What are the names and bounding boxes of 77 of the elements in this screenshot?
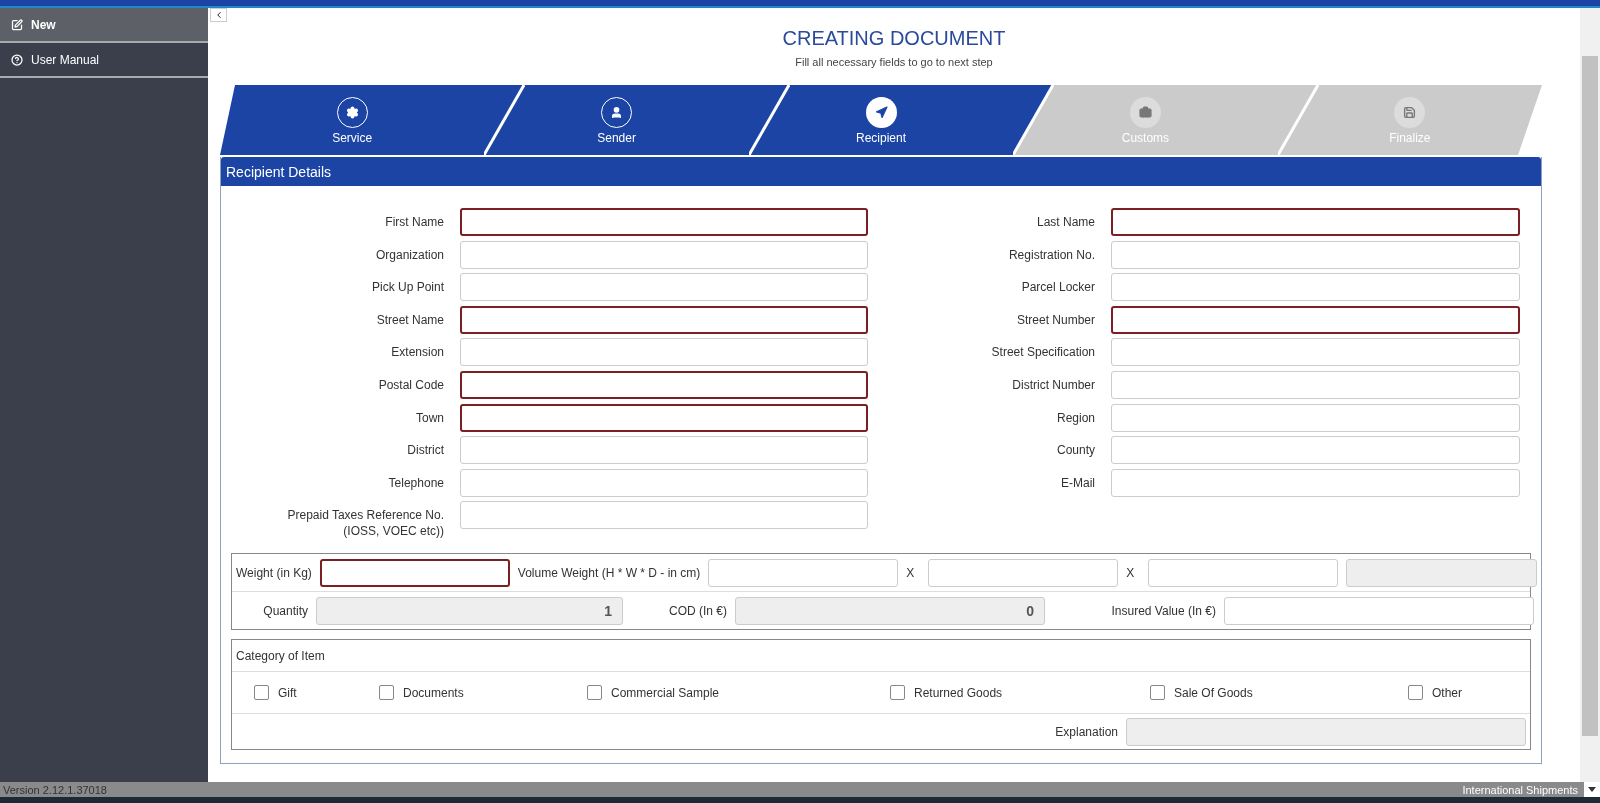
field-label: Street Specification bbox=[991, 344, 1095, 361]
field-label: Parcel Locker bbox=[1021, 279, 1095, 296]
field-label: Last Name bbox=[1036, 214, 1095, 230]
checkbox[interactable] bbox=[379, 685, 394, 701]
depth-field[interactable] bbox=[1148, 558, 1339, 587]
field-label: Organization bbox=[375, 246, 444, 263]
category-option[interactable]: Commercial Sample bbox=[587, 685, 890, 701]
user-icon bbox=[610, 106, 624, 119]
checkbox[interactable] bbox=[1150, 685, 1165, 701]
text-field[interactable] bbox=[460, 370, 868, 399]
field-label: Prepaid Taxes Reference No. (IOSS, VOEC etc)) bbox=[286, 507, 444, 540]
caret-icon[interactable] bbox=[1584, 782, 1600, 797]
cod-field: 0 bbox=[735, 596, 1045, 625]
field-label: Postal Code bbox=[378, 376, 444, 393]
category-option[interactable]: Sale Of Goods bbox=[1150, 685, 1408, 701]
field-label: Explanation bbox=[1055, 724, 1118, 739]
field-label: Insured Value (In €) bbox=[1110, 603, 1216, 618]
field-label: Telephone bbox=[388, 474, 444, 491]
field-label: Extension bbox=[391, 344, 444, 361]
checkbox[interactable] bbox=[587, 685, 602, 701]
category-option[interactable]: Returned Goods bbox=[890, 685, 1150, 701]
step-divider bbox=[1013, 85, 1055, 155]
arrow-icon bbox=[874, 106, 888, 119]
field-label: District bbox=[407, 442, 444, 459]
weight-field[interactable] bbox=[319, 558, 510, 587]
text-field[interactable] bbox=[460, 403, 868, 432]
text-field[interactable] bbox=[1111, 305, 1520, 334]
gear-icon bbox=[345, 106, 359, 119]
checkbox[interactable] bbox=[254, 685, 269, 701]
text-field[interactable] bbox=[460, 305, 868, 334]
category-option[interactable]: Gift bbox=[254, 685, 379, 701]
page-subtitle: Fill all necessary fields to go to next step bbox=[795, 56, 993, 68]
field-label: Volume Weight (H * W * D - in cm) bbox=[517, 565, 701, 580]
field-label: Street Number bbox=[1016, 311, 1095, 328]
edit-icon bbox=[11, 18, 23, 31]
width-field[interactable] bbox=[928, 558, 1119, 587]
field-label: COD (In €) bbox=[668, 603, 727, 618]
checkbox[interactable] bbox=[1408, 685, 1423, 701]
step-tab[interactable]: Service bbox=[220, 85, 485, 155]
save-icon bbox=[1403, 106, 1417, 119]
field-label: Town bbox=[416, 409, 444, 426]
sidebar-item[interactable]: New bbox=[0, 8, 208, 43]
field-label: Pick Up Point bbox=[371, 279, 444, 296]
field-label: Quantity bbox=[262, 603, 308, 618]
section-title: Category of Item bbox=[236, 648, 325, 663]
category-option[interactable]: Other bbox=[1408, 685, 1530, 701]
field-label: Street Name bbox=[376, 311, 444, 328]
field-label: E-Mail bbox=[1061, 474, 1095, 491]
version-text: Version 2.12.1.37018 bbox=[3, 783, 107, 796]
step-divider bbox=[748, 85, 790, 155]
step-tab[interactable]: Sender bbox=[484, 85, 749, 155]
briefcase-icon bbox=[1138, 106, 1152, 119]
text-field[interactable] bbox=[1111, 208, 1520, 236]
step-divider bbox=[1277, 85, 1319, 155]
field-label: First Name bbox=[385, 214, 444, 230]
insured-value-field[interactable] bbox=[1224, 596, 1534, 625]
scrollbar[interactable] bbox=[1580, 8, 1600, 782]
times-sign: X bbox=[906, 565, 916, 580]
field-label: Registration No. bbox=[1008, 246, 1095, 263]
category-option[interactable]: Documents bbox=[379, 685, 587, 701]
step-divider bbox=[1518, 85, 1543, 155]
checkbox[interactable] bbox=[890, 685, 905, 701]
help-icon bbox=[11, 53, 23, 66]
field-label: District Number bbox=[1012, 376, 1095, 393]
times-sign: X bbox=[1126, 565, 1136, 580]
step-divider bbox=[484, 85, 526, 155]
height-field[interactable] bbox=[708, 558, 899, 587]
field-label: Region bbox=[1056, 409, 1095, 426]
module-name: International Shipments bbox=[1462, 783, 1578, 796]
text-field[interactable] bbox=[460, 208, 868, 236]
field-label: Weight (in Kg) bbox=[236, 565, 312, 580]
page-title: CREATING DOCUMENT bbox=[782, 27, 1006, 50]
field-label: County bbox=[1056, 442, 1095, 459]
step-divider bbox=[220, 85, 235, 155]
panel-header: Recipient Details bbox=[221, 157, 1541, 186]
quantity-field: 1 bbox=[316, 596, 623, 625]
collapse-button[interactable] bbox=[210, 8, 227, 22]
